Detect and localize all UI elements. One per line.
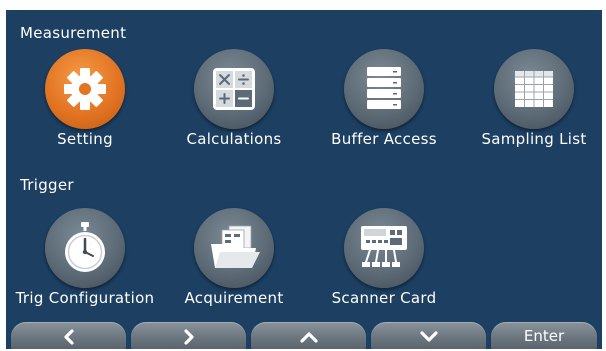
down-button[interactable] bbox=[371, 322, 486, 349]
scanner-card-label: Scanner Card bbox=[331, 289, 437, 307]
calculator-icon bbox=[213, 68, 255, 110]
folder-icon bbox=[211, 225, 260, 268]
next-button[interactable] bbox=[131, 322, 246, 349]
up-button[interactable] bbox=[251, 322, 366, 349]
chevron-down-icon bbox=[419, 330, 438, 342]
sampling-list-label: Sampling List bbox=[481, 130, 587, 148]
setting-tile[interactable]: Setting bbox=[6, 49, 170, 148]
scanner-card-button[interactable] bbox=[344, 208, 424, 288]
buffer-access-button[interactable] bbox=[344, 49, 424, 129]
table-icon bbox=[515, 71, 553, 107]
navigation-bar: Enter bbox=[6, 317, 602, 349]
scanner-card-icon bbox=[361, 226, 407, 267]
scanner-card-tile[interactable]: Scanner Card bbox=[299, 208, 469, 307]
calculations-tile[interactable]: Calculations bbox=[149, 49, 319, 148]
acquirement-button[interactable] bbox=[194, 208, 274, 288]
gear-icon bbox=[64, 68, 106, 110]
calculations-button[interactable] bbox=[194, 49, 274, 129]
buffer-stack-icon bbox=[367, 67, 401, 109]
section-title-trigger: Trigger bbox=[20, 176, 74, 194]
previous-button[interactable] bbox=[11, 322, 126, 349]
instrument-screen: Measurement Setting Calculations Buffer … bbox=[6, 10, 602, 349]
trig-configuration-button[interactable] bbox=[45, 208, 125, 288]
buffer-access-tile[interactable]: Buffer Access bbox=[299, 49, 469, 148]
section-title-measurement: Measurement bbox=[20, 24, 127, 42]
acquirement-tile[interactable]: Acquirement bbox=[149, 208, 319, 307]
stopwatch-icon bbox=[65, 222, 105, 272]
sampling-list-button[interactable] bbox=[494, 49, 574, 129]
chevron-up-icon bbox=[299, 331, 318, 343]
enter-button[interactable]: Enter bbox=[491, 322, 597, 349]
trig-configuration-tile[interactable]: Trig Configuration bbox=[6, 208, 170, 307]
setting-button[interactable] bbox=[45, 49, 125, 129]
sampling-list-tile[interactable]: Sampling List bbox=[449, 49, 602, 148]
chevron-left-icon bbox=[63, 328, 74, 345]
chevron-right-icon bbox=[183, 328, 194, 345]
